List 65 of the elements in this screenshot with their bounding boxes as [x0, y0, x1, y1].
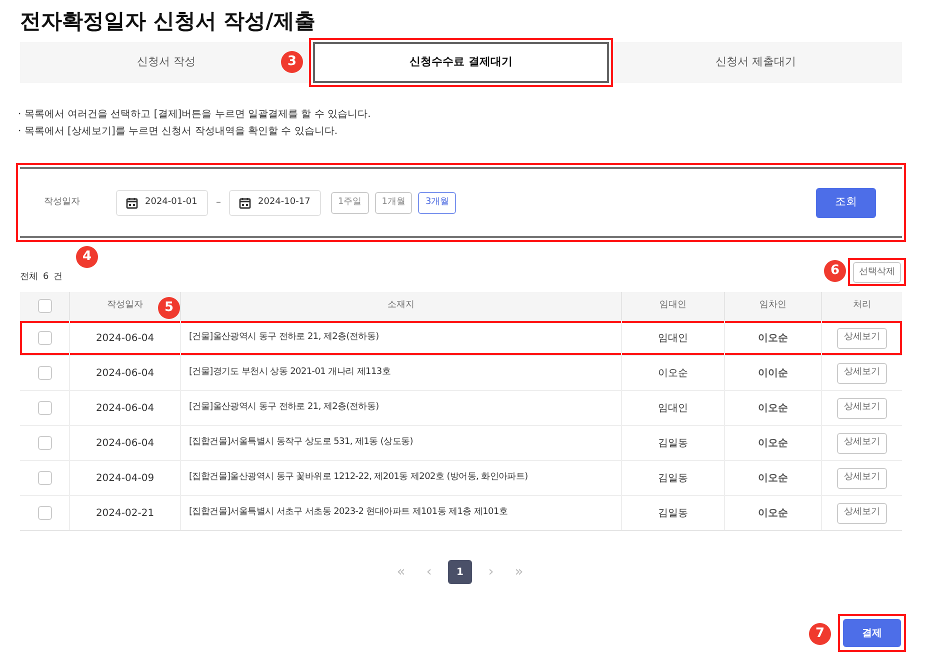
- address-cell-text: [집합건물]서울특별시 동작구 상도로 531, 제1동 (상도동): [189, 436, 413, 450]
- range-button[interactable]: 3개월: [418, 192, 456, 214]
- checkbox[interactable]: [38, 506, 52, 520]
- date-cell-text: 2024-06-04: [96, 332, 154, 346]
- landlord-cell-text: 임대인: [658, 332, 688, 346]
- tenant-cell-text: 이오순: [758, 472, 788, 486]
- page-button[interactable]: 1: [448, 560, 472, 584]
- delete-selected-button[interactable]: 선택삭제: [853, 262, 901, 283]
- address-cell-text: [건물]울산광역시 동구 전하로 21, 제2층(전하동): [189, 401, 379, 414]
- address-cell-text: [집합건물]서울특별시 서초구 서초동 2023-2 현대아파트 제101동 제1층 제101호: [189, 506, 508, 520]
- annotation-marker: 4: [76, 246, 98, 268]
- date-cell-text: 2024-02-21: [96, 506, 154, 520]
- search-button[interactable]: 조회: [816, 188, 876, 218]
- guide-note: · 목록에서 [상세보기]를 누르면 신청서 작성내역을 확인할 수 있습니다.: [18, 125, 339, 139]
- tab[interactable]: 신청서 제출대기: [609, 42, 902, 83]
- annotation-marker: 7: [809, 623, 831, 645]
- landlord-cell-text: 임대인: [658, 402, 688, 416]
- count-unit: 건: [54, 271, 63, 284]
- date-cell-text: 2024-06-04: [96, 436, 154, 450]
- address-cell-text: [집합건물]울산광역시 동구 꽃바위로 1212-22, 제201동 제202호 (방어동, 화인아파트): [189, 471, 528, 484]
- detail-button[interactable]: 상세보기: [837, 432, 887, 454]
- landlord-cell-text: 김일동: [658, 436, 688, 450]
- calendar-icon: [126, 196, 138, 208]
- address-cell-text: [건물]울산광역시 동구 전하로 21, 제2층(전하동): [189, 331, 379, 344]
- column-header: 임차인: [760, 299, 786, 312]
- checkbox[interactable]: [38, 299, 52, 313]
- range-button[interactable]: 1주일: [331, 192, 369, 214]
- page-title: 전자확정일자 신청서 작성/제출: [20, 8, 316, 35]
- guide-note: · 목록에서 여러건을 선택하고 [결제]버튼을 누르면 일괄결제를 할 수 있습니다.: [18, 108, 371, 122]
- address-cell-text: [건물]경기도 부천시 상동 2021-01 개나리 제113호: [189, 366, 391, 380]
- detail-button[interactable]: 상세보기: [837, 398, 887, 418]
- column-header: 소재지: [388, 299, 414, 312]
- tenant-cell-text: 이오순: [758, 436, 788, 450]
- column-header: 작성일자: [107, 299, 143, 312]
- tenant-cell-text: 이오순: [758, 332, 788, 346]
- checkbox[interactable]: [38, 471, 52, 485]
- range-button[interactable]: 1개월: [374, 192, 412, 214]
- date-cell-text: 2024-06-04: [96, 402, 154, 416]
- count-label: 전체: [20, 271, 38, 284]
- tenant-cell-text: 이오순: [758, 402, 788, 416]
- checkbox[interactable]: [38, 401, 52, 415]
- calendar-icon: [239, 196, 251, 208]
- landlord-cell-text: 김일동: [658, 472, 688, 486]
- pay-button[interactable]: 결제: [843, 619, 901, 647]
- date-field[interactable]: 2024-01-01: [116, 190, 208, 216]
- detail-button[interactable]: 상세보기: [837, 468, 887, 488]
- checkbox[interactable]: [38, 331, 52, 345]
- annotation-marker: 6: [824, 260, 846, 282]
- column-header: 처리: [853, 299, 871, 312]
- date-field[interactable]: 2024-10-17: [229, 190, 321, 216]
- landlord-cell-text: 이오순: [658, 366, 688, 380]
- column-header: 임대인: [660, 299, 686, 312]
- date-cell-text: 2024-06-04: [96, 366, 154, 380]
- filter-label: 작성일자: [44, 196, 81, 209]
- tenant-cell-text: 이오순: [758, 506, 788, 520]
- checkbox[interactable]: [38, 436, 52, 450]
- count-value: 6: [43, 271, 49, 284]
- tenant-cell-text: 이이순: [758, 366, 788, 380]
- checkbox[interactable]: [38, 366, 52, 380]
- date-separator: –: [216, 196, 221, 210]
- date-cell-text: 2024-04-09: [96, 472, 154, 486]
- detail-button[interactable]: 상세보기: [837, 502, 887, 524]
- detail-button[interactable]: 상세보기: [837, 328, 887, 348]
- landlord-cell-text: 김일동: [658, 506, 688, 520]
- detail-button[interactable]: 상세보기: [837, 362, 887, 384]
